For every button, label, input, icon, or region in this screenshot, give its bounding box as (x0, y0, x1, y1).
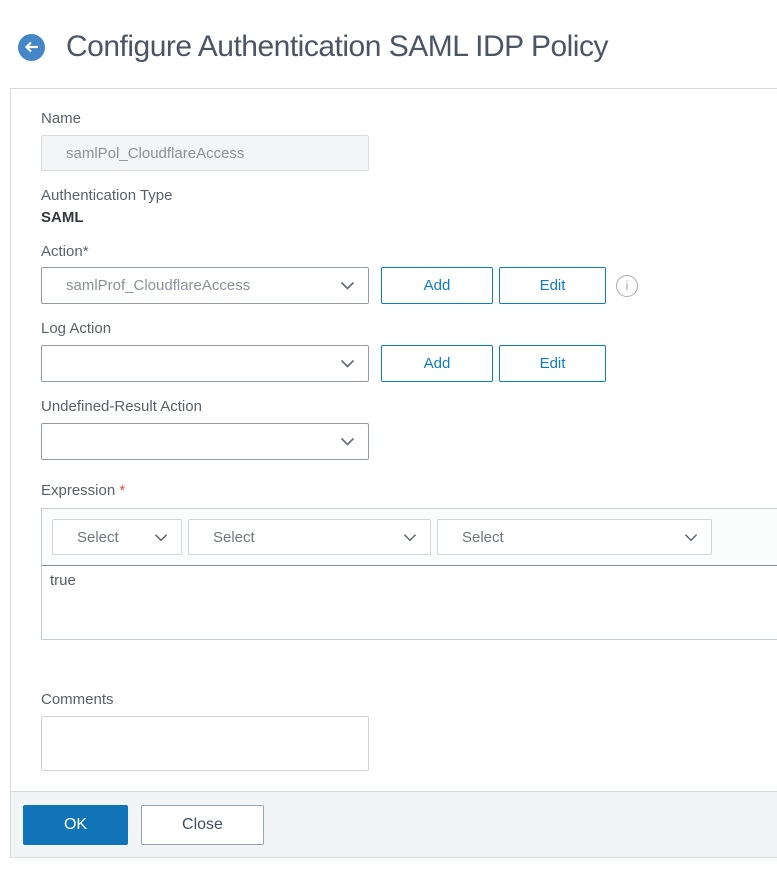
log-action-row: Add Edit (41, 345, 777, 382)
name-input (41, 135, 369, 171)
expression-toolbar: Select Select Select (42, 509, 777, 566)
expression-select-3[interactable]: Select (437, 519, 712, 555)
ok-button[interactable]: OK (23, 804, 128, 845)
back-button[interactable] (18, 33, 45, 61)
expression-editor: Select Select Select true (41, 508, 777, 640)
action-select-value: samlProf_CloudflareAccess (66, 277, 251, 294)
action-label: Action* (41, 243, 89, 260)
arrow-left-icon (24, 41, 39, 53)
auth-type-label: Authentication Type (41, 187, 173, 204)
action-add-button[interactable]: Add (381, 267, 493, 304)
expression-select-1-value: Select (77, 528, 119, 546)
expression-input[interactable]: true (42, 566, 777, 639)
undefined-result-action-select[interactable] (41, 423, 369, 460)
auth-type-value: SAML (41, 209, 84, 226)
name-label: Name (41, 110, 82, 127)
chevron-down-icon (340, 277, 355, 294)
required-asterisk: * (119, 482, 126, 499)
page-title: Configure Authentication SAML IDP Policy (66, 30, 608, 63)
chevron-down-icon (340, 433, 355, 450)
chevron-down-icon (403, 529, 417, 546)
log-action-add-button[interactable]: Add (381, 345, 493, 382)
expression-select-3-value: Select (462, 528, 504, 546)
action-edit-button[interactable]: Edit (499, 267, 606, 304)
chevron-down-icon (684, 529, 698, 546)
form-footer: OK Close (11, 791, 777, 858)
info-icon[interactable]: i (616, 274, 638, 297)
action-row: samlProf_CloudflareAccess Add Edit i (41, 267, 777, 304)
page-header: Configure Authentication SAML IDP Policy (0, 0, 777, 88)
expression-select-2-value: Select (213, 528, 255, 546)
expression-select-1[interactable]: Select (52, 519, 182, 555)
comments-label: Comments (41, 691, 114, 708)
undefined-result-action-label: Undefined-Result Action (41, 398, 202, 415)
expression-label: Expression * (41, 482, 777, 499)
chevron-down-icon (340, 355, 355, 372)
expression-label-text: Expression (41, 482, 116, 499)
log-action-edit-button[interactable]: Edit (499, 345, 606, 382)
form-body: Name Authentication Type SAML Action* sa… (11, 89, 777, 771)
log-action-label: Log Action (41, 320, 112, 337)
log-action-select[interactable] (41, 345, 369, 382)
expression-select-2[interactable]: Select (188, 519, 431, 555)
form-panel: Name Authentication Type SAML Action* sa… (10, 88, 777, 858)
chevron-down-icon (154, 529, 168, 546)
action-select[interactable]: samlProf_CloudflareAccess (41, 267, 369, 304)
comments-input[interactable] (41, 716, 369, 771)
close-button[interactable]: Close (141, 804, 264, 845)
